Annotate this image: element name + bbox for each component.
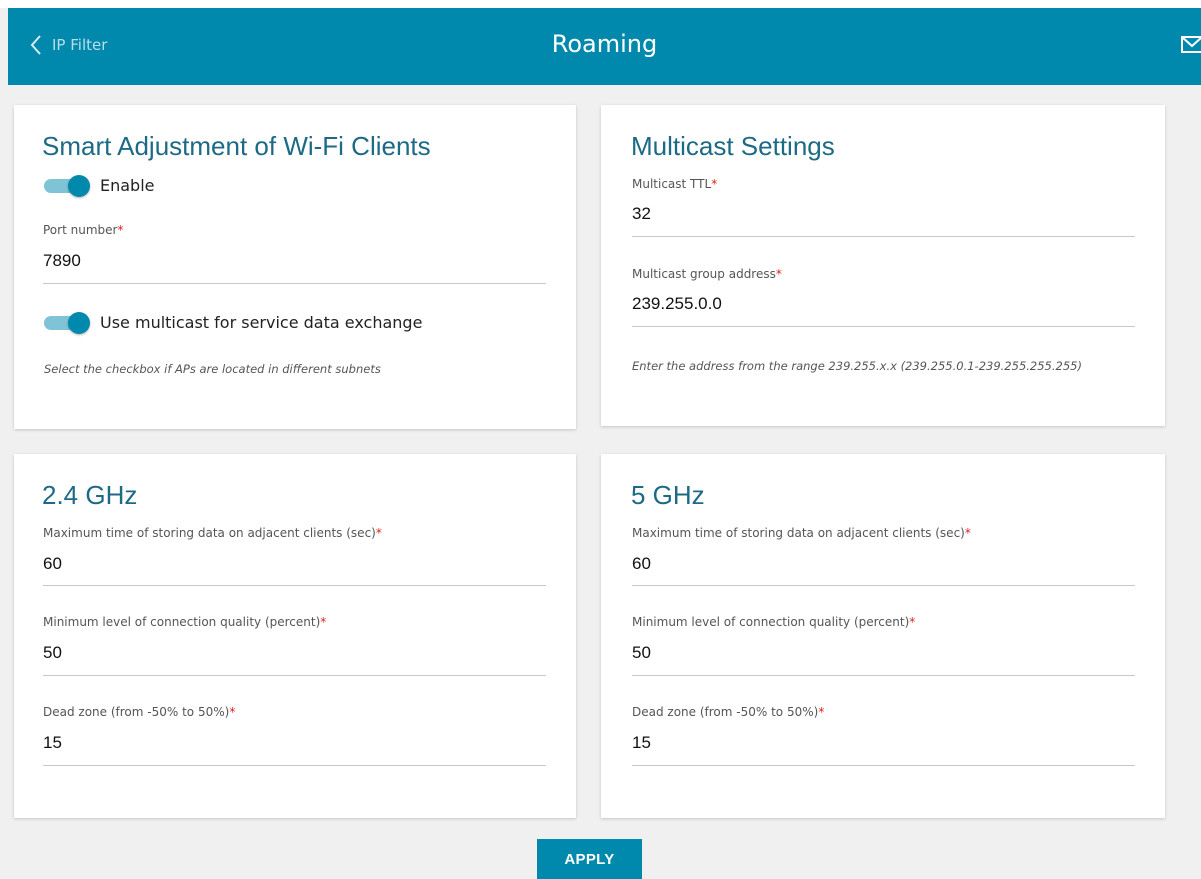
multicast-ttl-underline <box>632 236 1135 237</box>
smart-adjustment-card: Smart Adjustment of Wi-Fi Clients Enable… <box>14 105 576 429</box>
header-bar: IP Filter Roaming <box>8 8 1201 85</box>
max-time-input[interactable] <box>43 554 543 574</box>
max-time-label: Maximum time of storing data on adjacent… <box>632 526 971 540</box>
multicast-group-underline <box>632 326 1135 327</box>
max-time-input[interactable] <box>632 554 1132 574</box>
dead-zone-underline <box>632 765 1135 766</box>
port-number-underline <box>43 283 546 284</box>
max-time-underline <box>632 585 1135 586</box>
band-5ghz-card: 5 GHz Maximum time of storing data on ad… <box>601 454 1165 818</box>
multicast-hint: Enter the address from the range 239.255… <box>632 359 1082 373</box>
port-number-input[interactable] <box>43 251 543 271</box>
multicast-label: Use multicast for service data exchange <box>100 313 423 332</box>
min-quality-underline <box>632 675 1135 676</box>
dead-zone-input[interactable] <box>632 733 1132 753</box>
multicast-ttl-label: Multicast TTL* <box>632 177 718 191</box>
dead-zone-underline <box>43 765 546 766</box>
multicast-settings-card: Multicast Settings Multicast TTL* Multic… <box>601 105 1165 426</box>
multicast-hint: Select the checkbox if APs are located i… <box>44 362 381 376</box>
card-title: Smart Adjustment of Wi-Fi Clients <box>42 131 431 161</box>
page-title: Roaming <box>551 30 658 58</box>
max-time-underline <box>43 585 546 586</box>
port-number-label: Port number* <box>43 223 124 237</box>
top-strip <box>0 0 1201 8</box>
min-quality-label: Minimum level of connection quality (per… <box>43 615 327 629</box>
mail-icon[interactable] <box>1181 36 1201 53</box>
min-quality-input[interactable] <box>632 643 1132 663</box>
multicast-group-label: Multicast group address* <box>632 267 782 281</box>
min-quality-input[interactable] <box>43 643 543 663</box>
multicast-toggle[interactable] <box>44 312 90 334</box>
dead-zone-input[interactable] <box>43 733 543 753</box>
max-time-label: Maximum time of storing data on adjacent… <box>43 526 382 540</box>
min-quality-underline <box>43 675 546 676</box>
band-24ghz-card: 2.4 GHz Maximum time of storing data on … <box>14 454 576 818</box>
dead-zone-label: Dead zone (from -50% to 50%)* <box>43 705 236 719</box>
card-title: Multicast Settings <box>631 131 835 161</box>
enable-label: Enable <box>100 176 155 195</box>
apply-button[interactable]: APPLY <box>537 839 642 879</box>
multicast-ttl-input[interactable] <box>632 204 1132 224</box>
min-quality-label: Minimum level of connection quality (per… <box>632 615 916 629</box>
card-title: 2.4 GHz <box>42 480 138 510</box>
multicast-group-input[interactable] <box>632 294 1132 314</box>
enable-toggle[interactable] <box>44 175 90 197</box>
dead-zone-label: Dead zone (from -50% to 50%)* <box>632 705 825 719</box>
card-title: 5 GHz <box>631 480 705 510</box>
